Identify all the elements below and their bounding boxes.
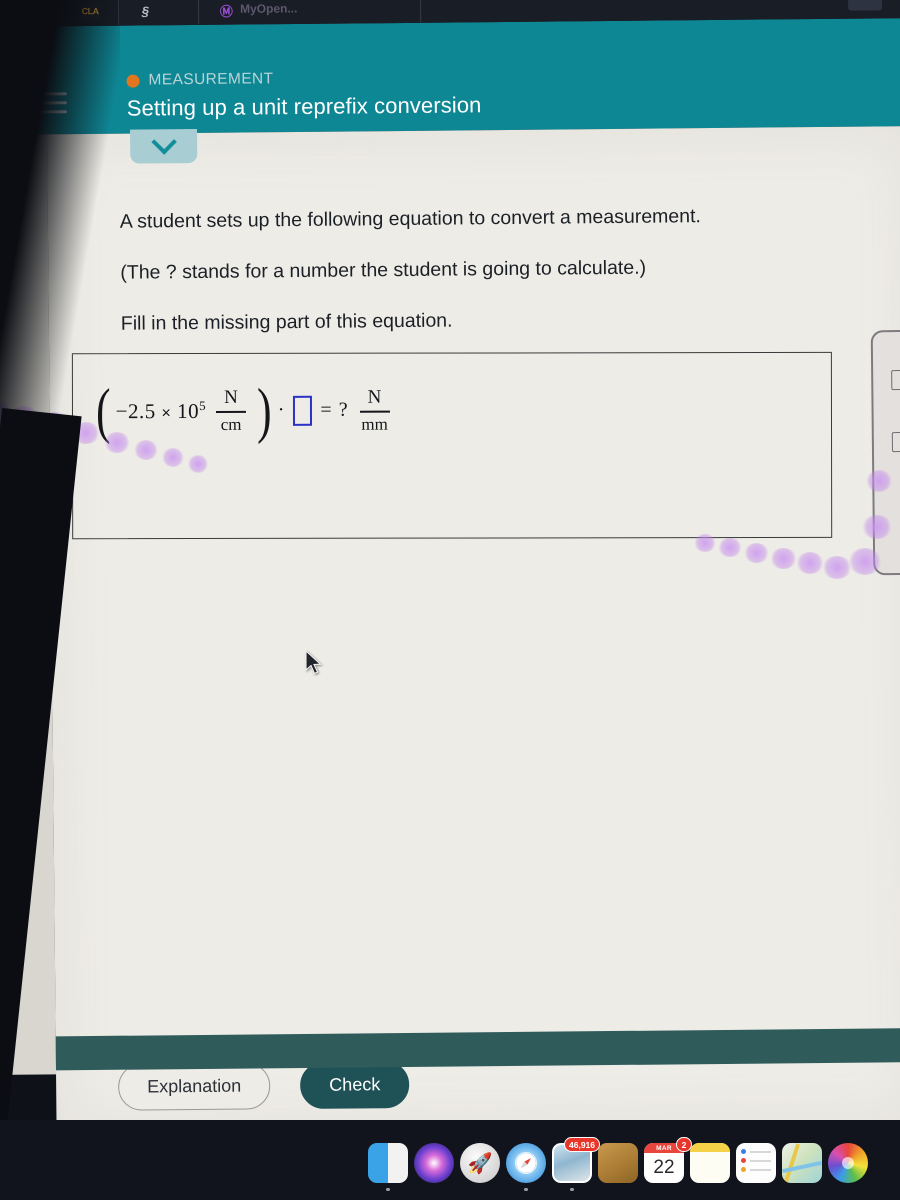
equals-symbol: = bbox=[320, 398, 332, 421]
dock-item-mail[interactable]: 46,916 bbox=[552, 1137, 600, 1191]
times-symbol: × bbox=[161, 404, 172, 422]
contacts-icon bbox=[598, 1143, 638, 1183]
right-fraction-denominator: mm bbox=[361, 414, 388, 434]
chevron-down-icon bbox=[150, 129, 177, 155]
left-fraction-bar bbox=[216, 410, 247, 413]
dock-item-contacts[interactable] bbox=[598, 1143, 638, 1183]
content-area: A student sets up the following equation… bbox=[47, 126, 900, 1135]
launchpad-icon: 🚀 bbox=[460, 1143, 500, 1183]
coefficient-value: −2.5 bbox=[115, 398, 156, 423]
tab-divider bbox=[61, 0, 64, 26]
siri-icon bbox=[414, 1143, 454, 1183]
question-line-1: A student sets up the following equation… bbox=[119, 205, 701, 233]
page-title: Setting up a unit reprefix conversion bbox=[126, 92, 482, 121]
maps-icon bbox=[782, 1143, 822, 1183]
finder-icon bbox=[368, 1143, 408, 1183]
dock-item-siri[interactable] bbox=[414, 1143, 454, 1183]
mail-badge: 46,916 bbox=[564, 1137, 600, 1152]
tab-favicon-cla[interactable]: CLA bbox=[80, 1, 101, 22]
running-indicator bbox=[386, 1187, 390, 1191]
explanation-button[interactable]: Explanation bbox=[117, 1062, 271, 1111]
tab-divider bbox=[11, 0, 14, 26]
collapse-toggle[interactable] bbox=[129, 128, 198, 164]
right-fraction-numerator: N bbox=[367, 386, 382, 408]
side-panel[interactable] bbox=[870, 329, 900, 576]
reminder-row bbox=[741, 1158, 771, 1163]
left-fraction-numerator: N bbox=[224, 386, 238, 408]
equation-expression: ( −2.5 × 105 N cm ) · = ? N mm bbox=[93, 377, 398, 445]
tab-label-myopenmath[interactable]: MyOpen... bbox=[240, 1, 297, 15]
dock-item-photos[interactable] bbox=[828, 1143, 868, 1183]
tab-divider bbox=[117, 0, 120, 25]
dock-item-safari[interactable] bbox=[506, 1143, 546, 1191]
running-indicator bbox=[570, 1187, 574, 1191]
question-mark: ? bbox=[338, 398, 348, 421]
tab-favicon-d[interactable]: D bbox=[28, 1, 49, 22]
dock-item-notes[interactable] bbox=[690, 1143, 730, 1183]
side-panel-item[interactable] bbox=[891, 431, 900, 453]
tab-favicon-script[interactable]: § bbox=[135, 1, 155, 21]
answer-input[interactable] bbox=[293, 395, 313, 426]
screenshot-root: D CLA § Ⓜ MyOpen... MEASUREMENT Setting … bbox=[0, 0, 900, 1200]
notes-icon bbox=[690, 1143, 730, 1183]
left-fraction: N cm bbox=[216, 386, 247, 434]
dock-item-reminders[interactable] bbox=[736, 1143, 776, 1183]
topic-label: MEASUREMENT bbox=[148, 70, 274, 89]
topic-dot-icon bbox=[126, 74, 140, 88]
check-button[interactable]: Check bbox=[300, 1060, 410, 1110]
left-fraction-denominator: cm bbox=[220, 414, 242, 434]
right-fraction: N mm bbox=[359, 386, 390, 434]
reminders-icon bbox=[736, 1143, 776, 1183]
right-fraction-bar bbox=[359, 410, 390, 413]
dock-item-calendar[interactable]: MAR 22 2 bbox=[644, 1137, 692, 1183]
reminder-row bbox=[741, 1167, 771, 1172]
calendar-day: 22 bbox=[653, 1157, 675, 1178]
photos-icon bbox=[828, 1143, 868, 1183]
question-line-2: (The ? stands for a number the student i… bbox=[120, 256, 647, 284]
coefficient: −2.5 × 105 bbox=[116, 398, 206, 424]
hamburger-icon[interactable] bbox=[34, 92, 67, 116]
tab-divider bbox=[197, 0, 200, 25]
equation-panel: ( −2.5 × 105 N cm ) · = ? N mm bbox=[71, 351, 833, 540]
question-line-3: Fill in the missing part of this equatio… bbox=[120, 309, 453, 335]
running-indicator bbox=[524, 1187, 528, 1191]
dock-item-finder[interactable] bbox=[368, 1143, 408, 1191]
tab-divider bbox=[419, 0, 422, 23]
app-header: MEASUREMENT Setting up a unit reprefix c… bbox=[0, 18, 900, 135]
dock-item-launchpad[interactable]: 🚀 bbox=[460, 1143, 500, 1183]
exponent-value: 5 bbox=[199, 397, 207, 413]
macos-dock: 🚀 46,916 MAR 22 2 bbox=[368, 1137, 868, 1191]
topic-kicker: MEASUREMENT bbox=[126, 70, 274, 89]
reminder-row bbox=[741, 1149, 771, 1154]
multiply-dot: · bbox=[277, 399, 285, 422]
tab-favicon-myopenmath[interactable]: Ⓜ bbox=[216, 0, 236, 20]
dock-item-maps[interactable] bbox=[782, 1143, 822, 1183]
tab-partial[interactable] bbox=[848, 0, 883, 11]
app-screen: MEASUREMENT Setting up a unit reprefix c… bbox=[0, 18, 900, 1135]
safari-icon bbox=[506, 1143, 546, 1183]
notes-header-strip bbox=[690, 1143, 730, 1152]
side-panel-item[interactable] bbox=[891, 369, 900, 391]
base-value: 10 bbox=[177, 398, 200, 423]
